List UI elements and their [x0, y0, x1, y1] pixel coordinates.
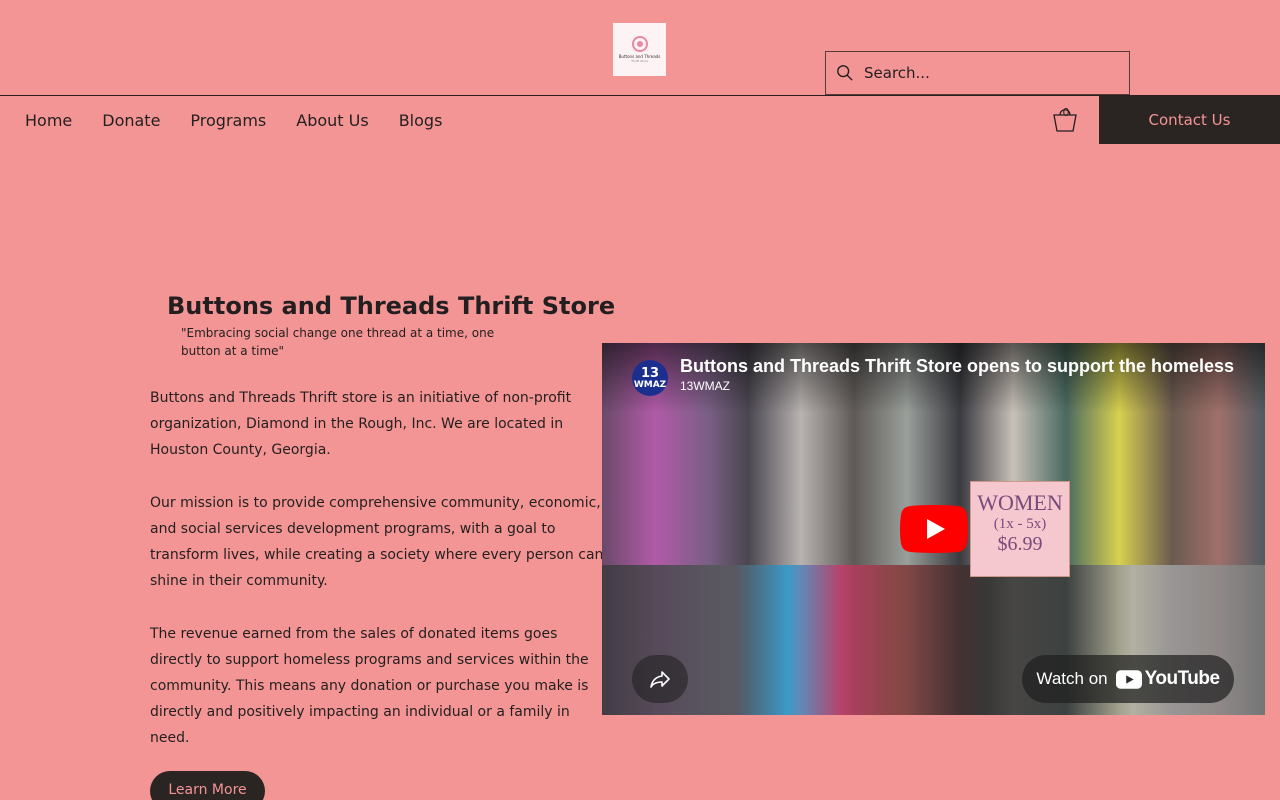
watch-on-label: Watch on [1036, 669, 1108, 688]
revenue-paragraph: The revenue earned from the sales of don… [150, 626, 589, 746]
search-input[interactable] [864, 64, 1104, 82]
nav-item-donate[interactable]: Donate [87, 96, 175, 144]
play-icon [900, 505, 968, 553]
channel-logo-call: WMAZ [633, 379, 667, 390]
video-player[interactable]: WOMEN (1x - 5x) $6.99 13 WMAZ Buttons an… [602, 343, 1265, 715]
intro-text: Buttons and Threads Thrift store is an i… [150, 385, 605, 778]
page-title: Buttons and Threads Thrift Store [167, 292, 616, 320]
price-sign: WOMEN (1x - 5x) $6.99 [970, 481, 1070, 577]
channel-logo[interactable]: 13 WMAZ [632, 360, 668, 396]
nav-item-blogs[interactable]: Blogs [384, 96, 458, 144]
youtube-label: YouTube [1144, 668, 1220, 689]
search-box[interactable] [825, 51, 1130, 95]
site-logo[interactable]: Buttons and Threads Thrift Store [613, 23, 666, 76]
sign-line-2: (1x - 5x) [993, 516, 1047, 532]
logo-mark-icon [631, 36, 648, 52]
share-icon [650, 671, 670, 688]
learn-more-button[interactable]: Learn More [150, 771, 265, 800]
logo-tagline: Thrift Store [631, 59, 648, 63]
share-button[interactable] [632, 655, 688, 703]
sign-line-1: WOMEN [977, 490, 1063, 515]
video-channel[interactable]: 13WMAZ [680, 379, 730, 393]
nav-item-about-us[interactable]: About Us [281, 96, 383, 144]
intro-paragraph: Buttons and Threads Thrift store is an i… [150, 390, 572, 458]
play-button[interactable] [900, 505, 968, 553]
youtube-logo-icon [1115, 669, 1142, 689]
nav-item-home[interactable]: Home [0, 96, 87, 144]
watch-on-youtube-button[interactable]: Watch on YouTube [1022, 655, 1234, 703]
youtube-logo: YouTube [1115, 668, 1220, 690]
nav-item-programs[interactable]: Programs [175, 96, 281, 144]
page-tagline: "Embracing social change one thread at a… [181, 326, 495, 358]
cart-count: 0 [1062, 106, 1070, 119]
mission-paragraph: Our mission is to provide comprehensive … [150, 495, 604, 589]
sign-line-3: $6.99 [997, 533, 1043, 555]
channel-logo-number: 13 [640, 365, 660, 381]
contact-us-button[interactable]: Contact Us [1099, 96, 1280, 144]
video-title[interactable]: Buttons and Threads Thrift Store opens t… [680, 356, 1240, 377]
main-nav: Home Donate Programs About Us Blogs [0, 96, 457, 144]
search-icon [837, 65, 853, 81]
